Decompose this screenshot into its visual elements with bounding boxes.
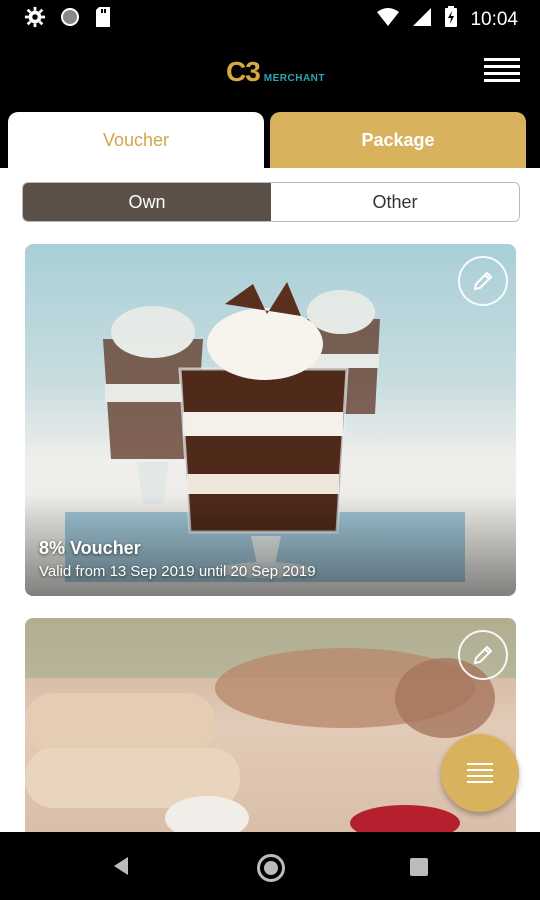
pencil-icon: [473, 645, 493, 665]
app-logo: C3 MERCHANT: [226, 56, 325, 88]
voucher-validity: Valid from 13 Sep 2019 until 20 Sep 2019: [39, 563, 316, 580]
tab-package[interactable]: Package: [270, 112, 526, 168]
system-nav-bar: [0, 832, 540, 900]
back-icon[interactable]: [112, 856, 130, 876]
tab-voucher[interactable]: Voucher: [8, 112, 264, 168]
segment-other[interactable]: Other: [271, 183, 519, 221]
tab-bar: Voucher Package: [0, 110, 540, 168]
list-fab-button[interactable]: [441, 734, 519, 812]
logo-sub: MERCHANT: [263, 73, 326, 84]
edit-voucher-button[interactable]: [458, 630, 508, 680]
voucher-title: 8% Voucher: [39, 538, 141, 558]
list-icon: [467, 759, 493, 787]
edit-voucher-button[interactable]: [458, 256, 508, 306]
sd-card-icon: [94, 6, 112, 33]
circle-icon: [60, 7, 80, 32]
voucher-caption: 8% Voucher Valid from 13 Sep 2019 until …: [39, 538, 316, 580]
gear-icon: [24, 6, 46, 33]
voucher-card[interactable]: 8% Voucher Valid from 13 Sep 2019 until …: [25, 244, 516, 596]
recents-icon[interactable]: [410, 858, 428, 876]
home-icon[interactable]: [257, 854, 285, 882]
wifi-icon: [376, 7, 400, 32]
app-bar: C3 MERCHANT: [0, 36, 540, 110]
battery-icon: [444, 6, 458, 33]
hamburger-menu-icon[interactable]: [484, 58, 520, 84]
spa-image: [25, 618, 516, 832]
clock-time: 10:04: [470, 8, 518, 30]
signal-icon: [412, 7, 432, 32]
logo-main: C3: [226, 56, 261, 87]
status-bar: 10:04: [0, 0, 540, 36]
main-content: Own Other 8% Voucher Valid from 13 Sep 2…: [0, 168, 540, 832]
voucher-card[interactable]: [25, 618, 516, 832]
pencil-icon: [473, 271, 493, 291]
ownership-segmented-control: Own Other: [22, 182, 520, 222]
segment-own[interactable]: Own: [23, 183, 271, 221]
